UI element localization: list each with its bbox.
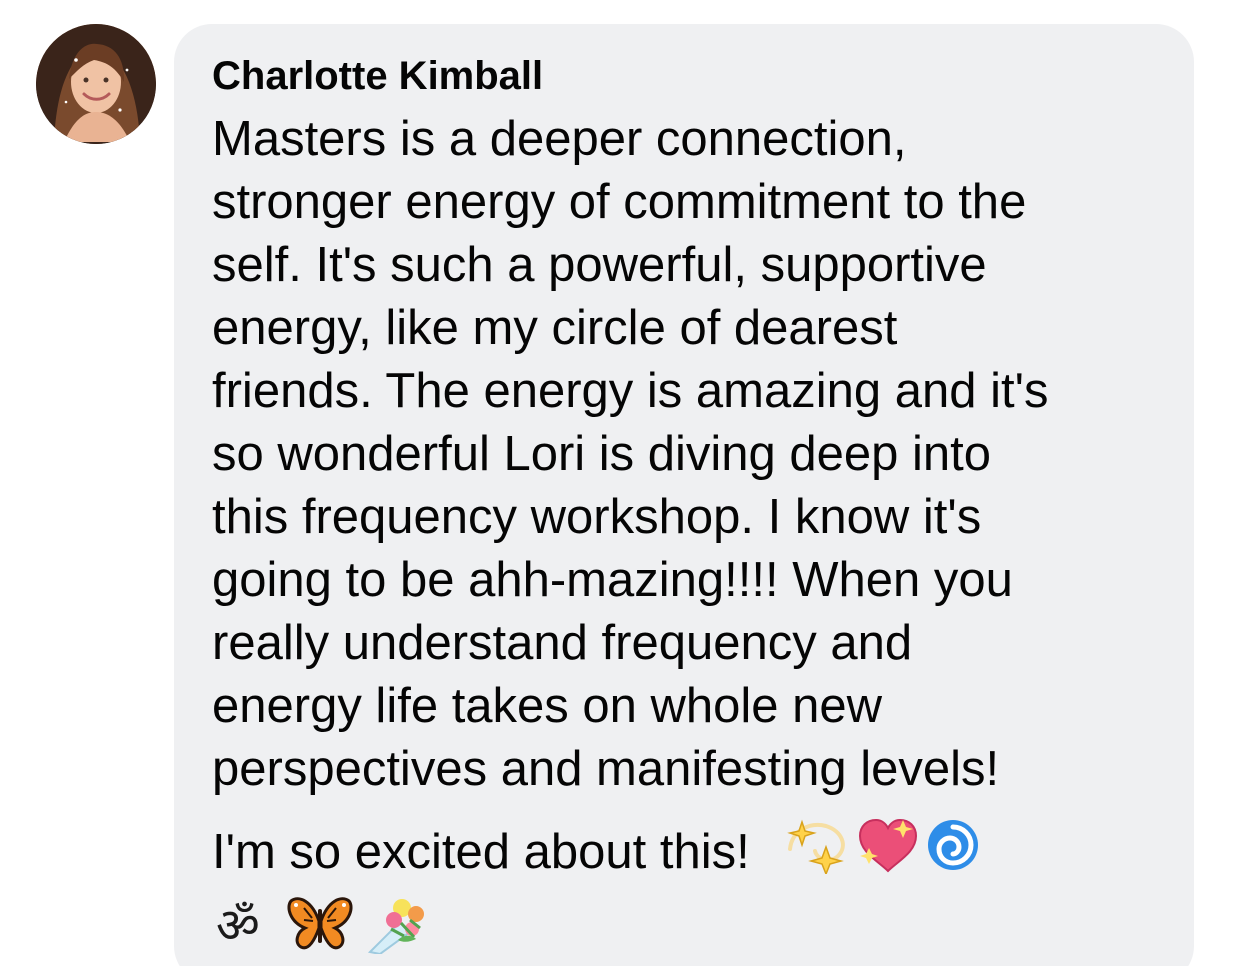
svg-text:ॐ: ॐ — [216, 898, 260, 954]
comment-line: self. It's such a powerful, supportive — [212, 238, 987, 292]
comment-line: going to be ahh-mazing!!!! When you — [212, 553, 1013, 607]
comment-line: this frequency workshop. I know it's — [212, 490, 982, 544]
comment-line: so wonderful Lori is diving deep into — [212, 427, 992, 481]
comment-bubble: Charlotte Kimball Masters is a deeper co… — [174, 24, 1194, 966]
cyclone-icon — [922, 816, 984, 888]
butterfly-icon — [284, 890, 356, 959]
comment-row: Charlotte Kimball Masters is a deeper co… — [0, 0, 1242, 966]
avatar[interactable] — [36, 24, 156, 144]
comment-body: Masters is a deeper connection, stronger… — [212, 108, 1172, 801]
bouquet-icon — [364, 890, 436, 959]
comment-author-name[interactable]: Charlotte Kimball — [212, 54, 543, 98]
om-icon: ॐ — [212, 890, 276, 959]
sparkling-heart-icon — [854, 816, 922, 888]
comment-line: energy life takes on whole new — [212, 679, 883, 733]
comment-line: perspectives and manifesting levels! — [212, 742, 1000, 796]
comment-closing-line: I'm so excited about this! — [212, 816, 984, 888]
comment-line: energy, like my circle of dearest — [212, 301, 898, 355]
comment-emoji-row: ॐ — [212, 890, 436, 959]
comment-line: stronger energy of commitment to the — [212, 175, 1027, 229]
comment-line: Masters is a deeper connection, — [212, 112, 907, 166]
dizzy-stars-icon — [784, 816, 854, 888]
comment-line: really understand frequency and — [212, 616, 913, 670]
comment-closing-text: I'm so excited about this! — [212, 825, 750, 879]
avatar-photo — [36, 24, 156, 144]
comment-line: friends. The energy is amazing and it's — [212, 364, 1049, 418]
